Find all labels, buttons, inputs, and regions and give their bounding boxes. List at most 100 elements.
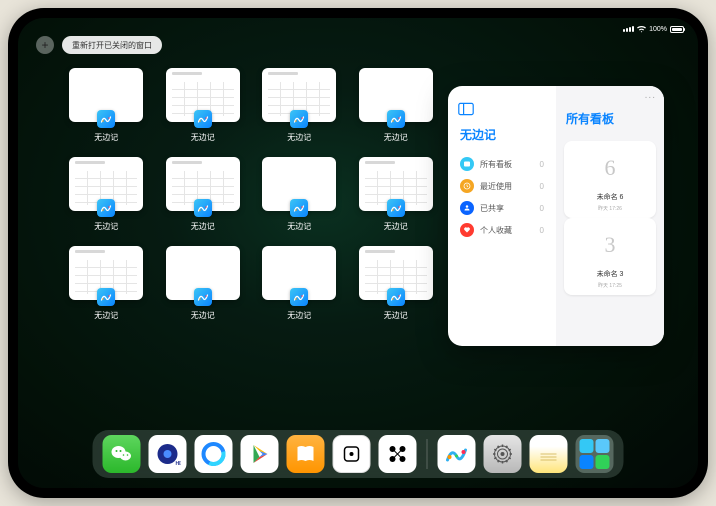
window-card[interactable]: 无边记 xyxy=(66,157,147,232)
dock-app-notes[interactable] xyxy=(530,435,568,473)
shared-icon xyxy=(460,201,474,215)
dock-app-play[interactable] xyxy=(241,435,279,473)
window-label: 无边记 xyxy=(191,132,215,143)
window-card[interactable]: 无边记 xyxy=(259,246,340,321)
battery-text: 100% xyxy=(649,26,667,33)
freeform-icon xyxy=(387,110,405,128)
app-popover: ... 无边记 所有看板0最近使用0已共享0个人收藏0 所有看板 6未命名 6昨… xyxy=(448,86,664,346)
window-grid: 无边记无边记无边记无边记无边记无边记无边记无边记无边记无边记无边记无边记 xyxy=(66,68,436,321)
status-bar: 100% xyxy=(18,22,698,36)
sidebar-item-label: 最近使用 xyxy=(480,181,512,192)
dock-app-dice[interactable] xyxy=(333,435,371,473)
sidebar-item-label: 所有看板 xyxy=(480,159,512,170)
window-label: 无边记 xyxy=(384,310,408,321)
popover-title-right: 所有看板 xyxy=(566,110,656,127)
fav-icon xyxy=(460,223,474,237)
window-label: 无边记 xyxy=(287,221,311,232)
window-card[interactable]: 无边记 xyxy=(259,68,340,143)
window-label: 无边记 xyxy=(94,310,118,321)
window-thumbnail xyxy=(69,246,143,300)
sidebar-toggle-icon[interactable] xyxy=(458,102,474,116)
window-card[interactable]: 无边记 xyxy=(163,157,244,232)
board-time: 昨天 17:26 xyxy=(598,205,622,212)
freeform-icon xyxy=(97,288,115,306)
freeform-icon xyxy=(194,288,212,306)
dock-app-qqbrowser[interactable] xyxy=(195,435,233,473)
dock-app-wechat[interactable] xyxy=(103,435,141,473)
battery-icon xyxy=(670,26,684,33)
ipad-device: 100% + 重新打开已关闭的窗口 无边记无边记无边记无边记无边记无边记无边记无… xyxy=(8,8,708,498)
sidebar-item-label: 个人收藏 xyxy=(480,225,512,236)
popover-content: 所有看板 6 未命名 6 昨天 17:26 3 未命名 3 昨天 17:25 xyxy=(556,86,664,346)
freeform-icon xyxy=(387,199,405,217)
window-thumbnail xyxy=(166,68,240,122)
freeform-icon xyxy=(290,110,308,128)
freeform-icon xyxy=(387,288,405,306)
dock: HD xyxy=(93,430,624,478)
sidebar-item-all[interactable]: 所有看板 0 xyxy=(458,153,546,175)
sidebar-item-count: 0 xyxy=(540,160,544,169)
window-label: 无边记 xyxy=(384,221,408,232)
sidebar-item-recent[interactable]: 最近使用 0 xyxy=(458,175,546,197)
ipad-screen: 100% + 重新打开已关闭的窗口 无边记无边记无边记无边记无边记无边记无边记无… xyxy=(18,18,698,488)
sidebar-item-count: 0 xyxy=(540,204,544,213)
window-card[interactable]: 无边记 xyxy=(259,157,340,232)
freeform-icon xyxy=(290,288,308,306)
window-thumbnail xyxy=(262,157,336,211)
window-label: 无边记 xyxy=(287,310,311,321)
freeform-icon xyxy=(290,199,308,217)
more-button[interactable]: ... xyxy=(645,90,656,101)
recent-icon xyxy=(460,179,474,193)
window-thumbnail xyxy=(166,157,240,211)
window-card[interactable]: 无边记 xyxy=(356,157,437,232)
window-thumbnail xyxy=(359,246,433,300)
wifi-icon xyxy=(637,26,646,33)
board-card[interactable]: 6 未命名 6 昨天 17:26 xyxy=(564,141,656,218)
sidebar-item-count: 0 xyxy=(540,182,544,191)
window-card[interactable]: 无边记 xyxy=(356,68,437,143)
dock-app-connect[interactable] xyxy=(379,435,417,473)
window-thumbnail xyxy=(69,157,143,211)
freeform-icon xyxy=(97,110,115,128)
dock-app-books[interactable] xyxy=(287,435,325,473)
all-icon xyxy=(460,157,474,171)
signal-icon xyxy=(623,26,634,32)
dock-app-settings[interactable] xyxy=(484,435,522,473)
window-thumbnail xyxy=(262,68,336,122)
dock-app-folder[interactable] xyxy=(576,435,614,473)
window-label: 无边记 xyxy=(191,221,215,232)
window-thumbnail xyxy=(359,68,433,122)
dock-divider xyxy=(427,439,428,469)
reopen-window-button[interactable]: 重新打开已关闭的窗口 xyxy=(62,36,162,54)
window-thumbnail xyxy=(262,246,336,300)
window-card[interactable]: 无边记 xyxy=(163,68,244,143)
window-label: 无边记 xyxy=(94,221,118,232)
window-card[interactable]: 无边记 xyxy=(66,246,147,321)
sidebar-item-fav[interactable]: 个人收藏 0 xyxy=(458,219,546,241)
freeform-icon xyxy=(97,199,115,217)
window-card[interactable]: 无边记 xyxy=(66,68,147,143)
freeform-icon xyxy=(194,199,212,217)
sidebar-item-count: 0 xyxy=(540,226,544,235)
sidebar-item-shared[interactable]: 已共享0 xyxy=(458,197,546,219)
board-thumbnail: 3 xyxy=(585,224,635,266)
add-window-button[interactable]: + xyxy=(36,36,54,54)
board-title: 未命名 6 xyxy=(597,192,624,202)
window-label: 无边记 xyxy=(384,132,408,143)
dock-app-quark[interactable]: HD xyxy=(149,435,187,473)
window-thumbnail xyxy=(166,246,240,300)
window-card[interactable]: 无边记 xyxy=(356,246,437,321)
window-card[interactable]: 无边记 xyxy=(163,246,244,321)
board-time: 昨天 17:25 xyxy=(598,282,622,289)
board-thumbnail: 6 xyxy=(585,147,635,189)
popover-title-left: 无边记 xyxy=(460,126,546,143)
board-card[interactable]: 3 未命名 3 昨天 17:25 xyxy=(564,218,656,295)
window-label: 无边记 xyxy=(287,132,311,143)
window-thumbnail xyxy=(359,157,433,211)
window-label: 无边记 xyxy=(94,132,118,143)
dock-app-freeform[interactable] xyxy=(438,435,476,473)
board-title: 未命名 3 xyxy=(597,269,624,279)
top-bar: + 重新打开已关闭的窗口 xyxy=(36,36,162,54)
popover-sidebar: 无边记 所有看板0最近使用0已共享0个人收藏0 xyxy=(448,86,556,346)
window-label: 无边记 xyxy=(191,310,215,321)
